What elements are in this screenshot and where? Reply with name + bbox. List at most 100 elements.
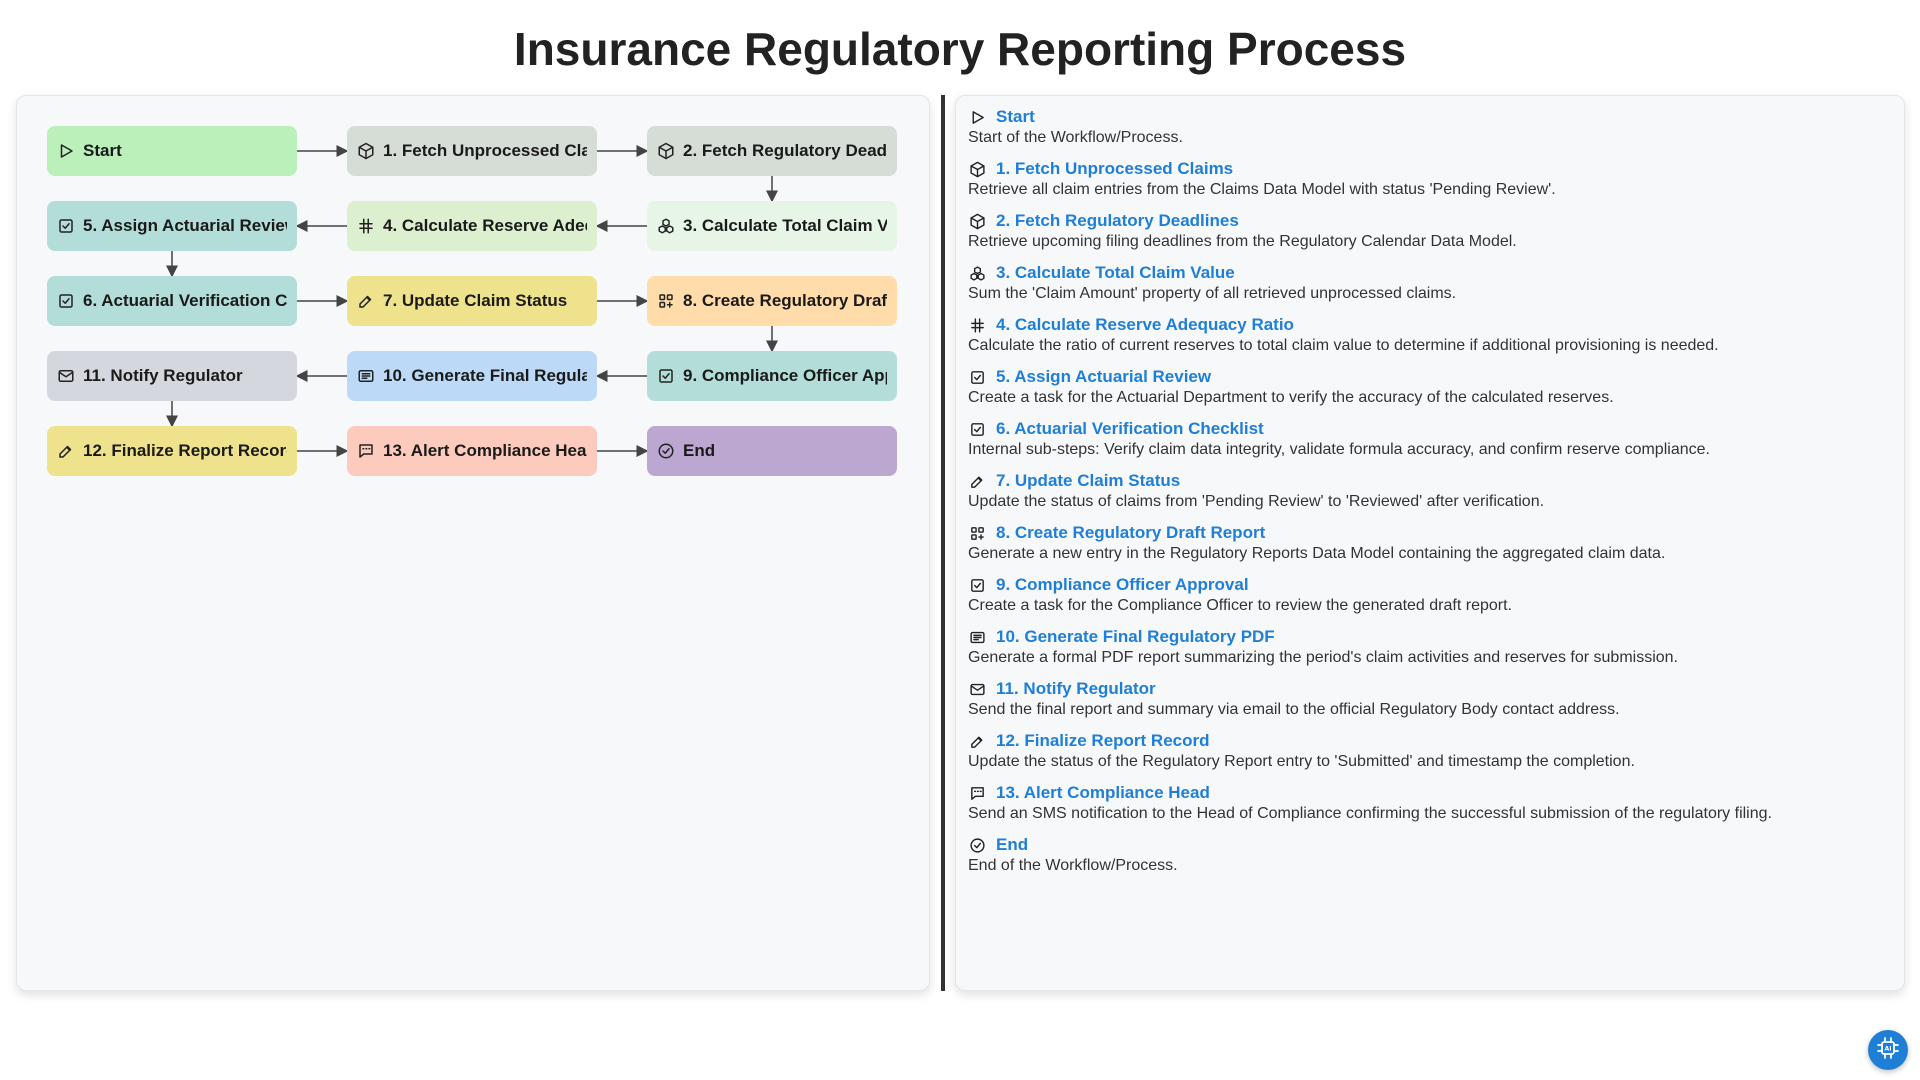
cube-icon [357,142,375,160]
flow-node-label: 9. Compliance Officer Approval [683,366,887,385]
step-detail-description: Generate a new entry in the Regulatory R… [968,545,1666,562]
mail-icon [57,367,75,385]
checkbox-icon [968,576,986,594]
flow-node-start[interactable]: Start [47,126,297,176]
flow-node-n2[interactable]: 2. Fetch Regulatory Deadlines [647,126,897,176]
step-detail-header: End [968,834,1892,856]
step-detail-item: 12. Finalize Report Record Update the sta… [968,730,1892,772]
step-detail-title[interactable]: 13. Alert Compliance Head [996,783,1210,803]
flow-node-label: 1. Fetch Unprocessed Claims [383,141,587,160]
checkbox-icon [968,420,986,438]
flow-node-label: 6. Actuarial Verification Checklist [83,291,287,310]
cube-icon [657,142,675,160]
cube-icon [968,160,986,178]
ai-chip-icon: AI [1876,1036,1900,1065]
flow-node-label: 7. Update Claim Status [383,291,568,310]
step-detail-item: 4. Calculate Reserve Adequacy Ratio Calcu… [968,314,1892,356]
checkbox-icon [657,367,675,385]
flow-node-n13[interactable]: 13. Alert Compliance Head [347,426,597,476]
step-detail-header: 4. Calculate Reserve Adequacy Ratio [968,314,1892,336]
step-detail-header: 7. Update Claim Status [968,470,1892,492]
step-detail-header: 6. Actuarial Verification Checklist [968,418,1892,440]
step-detail-title[interactable]: 2. Fetch Regulatory Deadlines [996,211,1239,231]
flow-node-n5[interactable]: 5. Assign Actuarial Review [47,201,297,251]
step-detail-title[interactable]: 11. Notify Regulator [996,679,1156,699]
flow-node-label: 12. Finalize Report Record [83,441,287,460]
sms-icon [968,784,986,802]
step-detail-description: Send the final report and summary via em… [968,701,1620,718]
flow-node-n10[interactable]: 10. Generate Final Regulatory PDF [347,351,597,401]
step-detail-description: Create a task for the Actuarial Departme… [968,389,1614,406]
flow-node-label: 3. Calculate Total Claim Value [683,216,887,235]
step-detail-description: Send an SMS notification to the Head of … [968,805,1772,822]
checkbox-icon [57,217,75,235]
flow-node-label: 2. Fetch Regulatory Deadlines [683,141,887,160]
step-detail-title[interactable]: 1. Fetch Unprocessed Claims [996,159,1233,179]
step-detail-title[interactable]: 6. Actuarial Verification Checklist [996,419,1264,439]
step-detail-title[interactable]: 7. Update Claim Status [996,471,1180,491]
step-detail-description: Internal sub-steps: Verify claim data in… [968,441,1710,458]
document-icon [357,367,375,385]
step-detail-item: End End of the Workflow/Process. [968,834,1892,876]
step-detail-header: 11. Notify Regulator [968,678,1892,700]
flow-node-n8[interactable]: 8. Create Regulatory Draft Report [647,276,897,326]
step-detail-item: 8. Create Regulatory Draft Report Generat… [968,522,1892,564]
step-detail-title[interactable]: 4. Calculate Reserve Adequacy Ratio [996,315,1294,335]
step-detail-header: Start [968,106,1892,128]
step-detail-header: 8. Create Regulatory Draft Report [968,522,1892,544]
step-detail-item: 1. Fetch Unprocessed Claims Retrieve all … [968,158,1892,200]
step-detail-item: 13. Alert Compliance Head Send an SMS not… [968,782,1892,824]
step-detail-description: Update the status of claims from 'Pendin… [968,493,1545,510]
flow-node-n6[interactable]: 6. Actuarial Verification Checklist [47,276,297,326]
step-detail-title[interactable]: End [996,835,1028,855]
step-detail-title[interactable]: 3. Calculate Total Claim Value [996,263,1235,283]
ai-assistant-button[interactable]: AI [1868,1030,1908,1070]
hash-icon [968,316,986,334]
step-detail-title[interactable]: 12. Finalize Report Record [996,731,1210,751]
edit-icon [968,732,986,750]
step-detail-item: 9. Compliance Officer Approval Create a t… [968,574,1892,616]
step-detail-title[interactable]: 5. Assign Actuarial Review [996,367,1211,387]
step-detail-item: 5. Assign Actuarial Review Create a task … [968,366,1892,408]
panel-divider[interactable] [941,95,945,991]
grid-plus-icon [968,524,986,542]
edit-icon [357,292,375,310]
checkbox-icon [968,368,986,386]
step-detail-item: 7. Update Claim Status Update the status … [968,470,1892,512]
step-detail-item: 10. Generate Final Regulatory PDF Generat… [968,626,1892,668]
flow-node-label: 5. Assign Actuarial Review [83,216,287,235]
step-details-panel: Start Start of the Workflow/Process. 1. Fe… [955,95,1905,991]
flow-node-end[interactable]: End [647,426,897,476]
step-detail-item: 2. Fetch Regulatory Deadlines Retrieve up… [968,210,1892,252]
step-detail-description: End of the Workflow/Process. [968,857,1178,874]
sms-icon [357,442,375,460]
flow-node-label: Start [83,141,122,160]
flow-node-n4[interactable]: 4. Calculate Reserve Adequacy Ratio [347,201,597,251]
flow-node-n11[interactable]: 11. Notify Regulator [47,351,297,401]
step-detail-title[interactable]: 9. Compliance Officer Approval [996,575,1249,595]
step-detail-header: 12. Finalize Report Record [968,730,1892,752]
step-detail-title[interactable]: 10. Generate Final Regulatory PDF [996,627,1275,647]
flow-node-label: 11. Notify Regulator [83,366,243,385]
mail-icon [968,680,986,698]
flow-node-n9[interactable]: 9. Compliance Officer Approval [647,351,897,401]
flow-node-label: 4. Calculate Reserve Adequacy Ratio [383,216,587,235]
step-detail-item: 3. Calculate Total Claim Value Sum the 'C… [968,262,1892,304]
flow-node-label: 10. Generate Final Regulatory PDF [383,366,587,385]
flow-node-n12[interactable]: 12. Finalize Report Record [47,426,297,476]
grid-plus-icon [657,292,675,310]
flow-node-n3[interactable]: 3. Calculate Total Claim Value [647,201,897,251]
step-detail-description: Create a task for the Compliance Officer… [968,597,1512,614]
step-detail-header: 3. Calculate Total Claim Value [968,262,1892,284]
step-detail-title[interactable]: 8. Create Regulatory Draft Report [996,523,1265,543]
step-detail-description: Generate a formal PDF report summarizing… [968,649,1678,666]
step-details-list: Start Start of the Workflow/Process. 1. Fe… [968,106,1892,876]
flow-node-n7[interactable]: 7. Update Claim Status [347,276,597,326]
step-detail-header: 10. Generate Final Regulatory PDF [968,626,1892,648]
edit-icon [57,442,75,460]
flow-node-label: 13. Alert Compliance Head [383,441,587,460]
step-detail-header: 5. Assign Actuarial Review [968,366,1892,388]
step-detail-title[interactable]: Start [996,107,1035,127]
flow-diagram-panel: Start 1. Fetch Unprocessed Claims 2. Fetch… [16,95,930,991]
flow-node-n1[interactable]: 1. Fetch Unprocessed Claims [347,126,597,176]
